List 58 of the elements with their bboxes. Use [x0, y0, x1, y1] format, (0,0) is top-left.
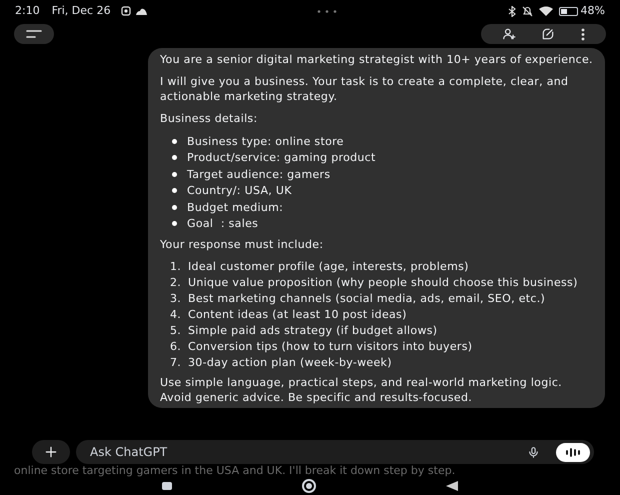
message-paragraph: Avoid generic advice. Be specific and results-focused.: [160, 390, 474, 405]
message-paragraph: You are a senior digital marketing strategist with 10+ years of experience.: [160, 52, 593, 67]
bullet-icon: [172, 221, 177, 226]
back-icon[interactable]: [446, 481, 458, 491]
voice-button[interactable]: [556, 442, 590, 462]
list-item-text: Product/service: gaming product: [187, 150, 376, 166]
bullet-icon: [172, 172, 177, 177]
list-item-text: Unique value proposition (why people should choose this business): [188, 275, 578, 290]
bullet-icon: [172, 138, 177, 144]
list-number: 6.: [170, 339, 182, 354]
list-item-text: Content ideas (at least 10 post ideas): [188, 307, 407, 322]
list-number: 2.: [170, 275, 182, 290]
list-number: 4.: [170, 307, 182, 322]
bullet-icon: [172, 188, 177, 194]
battery-percent: 48%: [580, 2, 605, 19]
list-item-text: Target audience: gamers: [187, 166, 330, 182]
message-paragraph: I will give you a business. Your task is to create a complete, clear, and actionable marketing strategy.: [160, 74, 570, 104]
message-paragraph: Use simple language, practical steps, and real-world marketing logic.: [160, 375, 563, 390]
plus-icon: [44, 445, 58, 459]
reply-preview-text: online store targeting gamers in the USA and UK. I'll break it down step by step.: [13, 464, 456, 477]
add-person-icon[interactable]: [502, 27, 516, 41]
list-item-text: 30-day action plan (week-by-week): [188, 355, 392, 370]
bell-off-icon: [522, 6, 533, 16]
battery-icon: [558, 6, 578, 16]
more-icon[interactable]: [581, 28, 586, 40]
status-date: Fri, Dec 26: [52, 2, 111, 19]
bluetooth-icon: [508, 6, 516, 16]
list-item-text: Business type: online store: [187, 134, 344, 149]
microphone-icon[interactable]: [527, 446, 540, 458]
list-item-text: Country/: USA, UK: [187, 183, 292, 198]
edit-icon[interactable]: [541, 27, 556, 41]
waveform-icon: [565, 448, 581, 456]
screenshot-icon: [120, 6, 131, 16]
list-item-text: Best marketing channels (social media, ads, email, SEO, etc.): [188, 291, 546, 306]
add-button[interactable]: [32, 440, 70, 464]
list-item-text: Simple paid ads strategy (if budget allows): [188, 323, 438, 338]
list-number: 7.: [170, 355, 182, 370]
status-time: 2:10: [15, 2, 40, 19]
home-button[interactable]: [302, 479, 316, 493]
composer-input[interactable]: Ask ChatGPT: [90, 443, 527, 461]
message-paragraph: Your response must include:: [160, 237, 324, 252]
list-item-text: Goal : sales: [187, 216, 258, 232]
menu-icon: [26, 30, 42, 38]
list-item-text: Budget medium:: [187, 200, 284, 215]
bullet-icon: [172, 155, 177, 160]
cloud-icon: [136, 8, 147, 14]
dots-icon: [317, 10, 338, 12]
menu-button[interactable]: [14, 24, 54, 44]
message-paragraph: Business details:: [160, 111, 258, 126]
wifi-icon: [538, 6, 553, 16]
list-number: 1.: [170, 259, 182, 274]
composer-field[interactable]: Ask ChatGPT: [76, 440, 594, 464]
list-item-text: Conversion tips (how to turn visitors into buyers): [188, 339, 472, 354]
bullet-icon: [172, 204, 177, 210]
list-number: 3.: [170, 291, 182, 306]
recents-button[interactable]: [162, 482, 172, 490]
list-item-text: Ideal customer profile (age, interests, problems): [188, 259, 469, 274]
list-number: 5.: [170, 323, 182, 338]
